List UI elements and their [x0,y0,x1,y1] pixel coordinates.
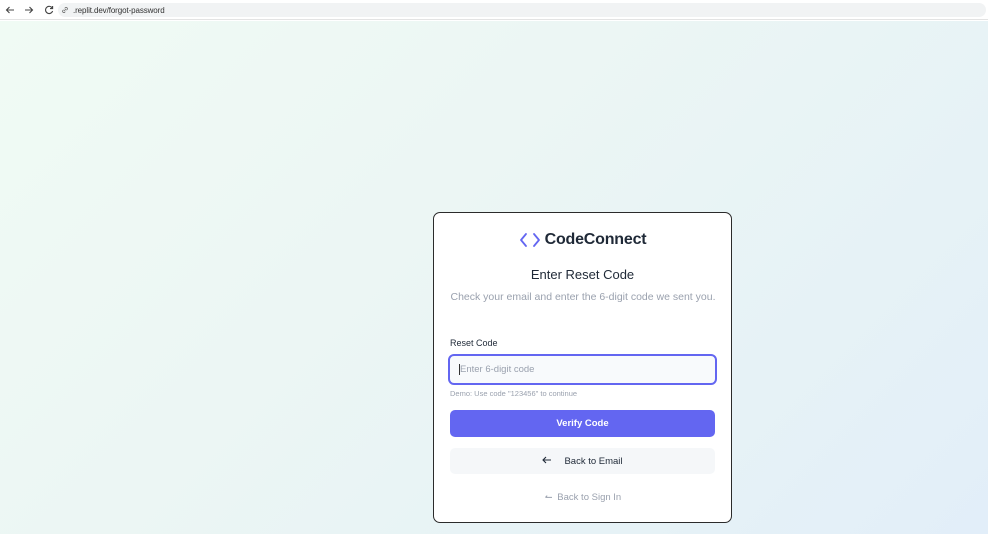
reset-code-input[interactable] [448,354,717,385]
text-caret [459,364,460,375]
back-to-email-label: Back to Email [564,455,623,467]
reset-code-label: Reset Code [450,338,498,348]
reset-code-card: CodeConnect Enter Reset Code Check your … [433,212,732,523]
back-arrow-icon[interactable] [1,1,19,19]
back-to-sign-in-link[interactable]: Back to Sign In [434,492,731,503]
arrow-left-icon [542,456,552,467]
code-brackets-icon [519,232,541,248]
address-bar[interactable]: .replit.dev/forgot-password [58,3,986,17]
browser-toolbar: .replit.dev/forgot-password [0,0,988,20]
back-to-sign-in-label: Back to Sign In [557,492,622,503]
page-background: CodeConnect Enter Reset Code Check your … [0,21,988,534]
reload-icon[interactable] [40,1,58,19]
brand-name: CodeConnect [544,231,647,248]
back-to-email-button[interactable]: Back to Email [450,448,715,474]
verify-code-button[interactable]: Verify Code [450,410,715,437]
verify-code-label: Verify Code [556,418,609,429]
card-title: Enter Reset Code [530,267,635,282]
arrow-left-icon [544,492,556,502]
brand-logo: CodeConnect [434,231,731,249]
site-info-icon[interactable] [61,5,71,15]
forward-arrow-icon[interactable] [20,1,38,19]
url-text: .replit.dev/forgot-password [73,5,165,15]
demo-hint: Demo: Use code "123456" to continue [450,389,578,398]
card-subtitle: Check your email and enter the 6-digit c… [450,291,716,303]
